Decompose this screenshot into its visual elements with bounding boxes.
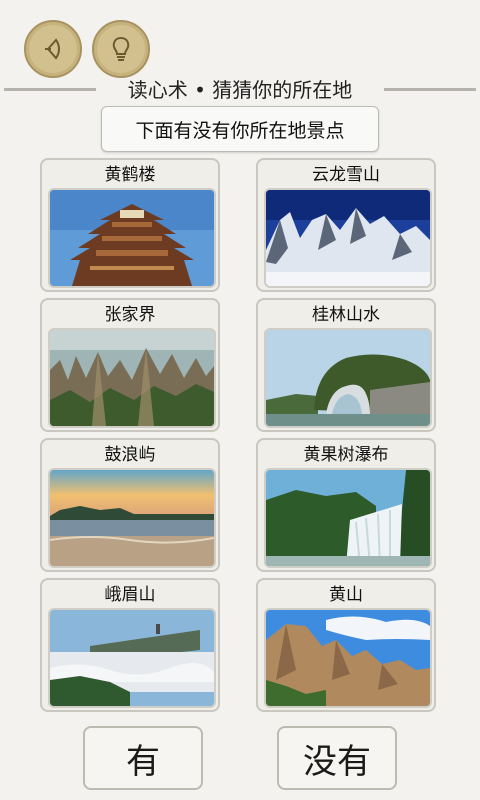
- place-image: [48, 328, 216, 428]
- place-card-huangguoshu[interactable]: 黄果树瀑布: [256, 438, 436, 572]
- no-button[interactable]: 没有: [277, 726, 397, 790]
- back-arrow-icon: [45, 38, 61, 60]
- place-image: [48, 608, 216, 708]
- question-box: 下面有没有你所在地景点: [101, 106, 379, 152]
- place-card-yunlong[interactable]: 云龙雪山: [256, 158, 436, 292]
- place-label: 黄鹤楼: [104, 165, 156, 185]
- place-image: [264, 328, 432, 428]
- title-row: 读心术 • 猜猜你的所在地: [0, 78, 480, 102]
- lightbulb-icon: [112, 36, 130, 61]
- hint-button[interactable]: [92, 20, 150, 78]
- place-label: 黄果树瀑布: [303, 445, 389, 465]
- place-image: [48, 468, 216, 568]
- place-card-gulangyu[interactable]: 鼓浪屿: [40, 438, 220, 572]
- place-image: [264, 608, 432, 708]
- place-label: 鼓浪屿: [104, 445, 156, 465]
- title-divider-left: [4, 88, 96, 91]
- place-label: 云龙雪山: [312, 165, 380, 185]
- place-label: 峨眉山: [104, 585, 156, 605]
- place-card-huanghelou[interactable]: 黄鹤楼: [40, 158, 220, 292]
- back-button[interactable]: [24, 20, 82, 78]
- place-card-zhangjiajie[interactable]: 张家界: [40, 298, 220, 432]
- place-label: 张家界: [104, 305, 156, 325]
- place-card-emeishan[interactable]: 峨眉山: [40, 578, 220, 712]
- place-card-guilin[interactable]: 桂林山水: [256, 298, 436, 432]
- place-image: [264, 468, 432, 568]
- place-image: [264, 188, 432, 288]
- yes-button[interactable]: 有: [83, 726, 203, 790]
- place-label: 黄山: [329, 585, 363, 605]
- place-card-huangshan[interactable]: 黄山: [256, 578, 436, 712]
- place-label: 桂林山水: [312, 305, 380, 325]
- page-title: 读心术 • 猜猜你的所在地: [127, 78, 353, 102]
- title-divider-right: [384, 88, 476, 91]
- place-image: [48, 188, 216, 288]
